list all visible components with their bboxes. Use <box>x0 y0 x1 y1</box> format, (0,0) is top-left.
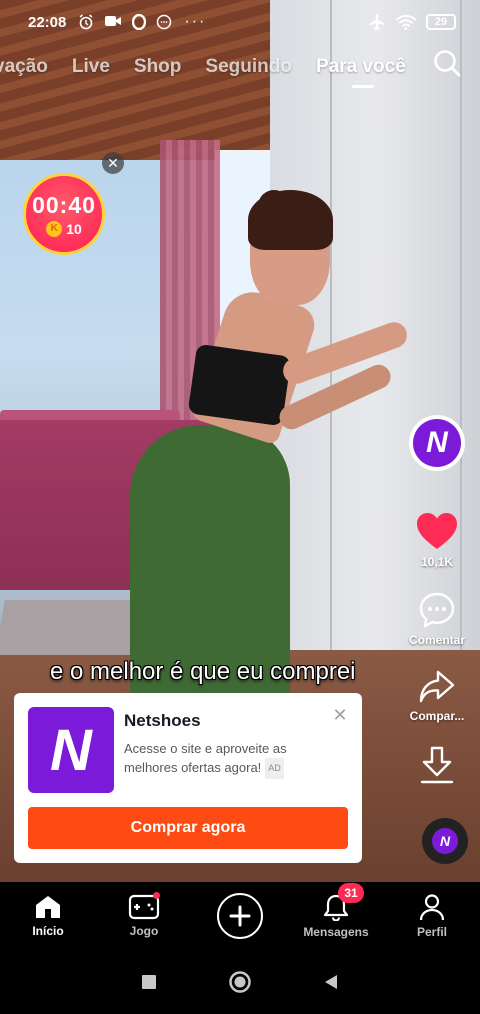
nav-home-label: Início <box>32 924 64 938</box>
creator-avatar-logo: N <box>413 419 461 467</box>
nav-game[interactable]: Jogo <box>104 892 184 938</box>
nav-profile-label: Perfil <box>416 925 447 939</box>
messages-count-badge: 31 <box>338 883 364 903</box>
more-notifications-icon: ··· <box>184 13 207 30</box>
opera-icon <box>132 14 147 30</box>
ad-description: Acesse o site e aproveite as melhores of… <box>124 739 324 780</box>
ad-brand-logo[interactable]: N <box>28 707 114 793</box>
wifi-icon <box>396 14 416 30</box>
nav-game-label: Jogo <box>129 924 159 938</box>
tab-shop[interactable]: Shop <box>134 56 182 78</box>
plus-icon <box>229 905 251 927</box>
status-system-icons: 29 <box>368 13 456 31</box>
timer-countdown: 00:40 <box>32 191 96 218</box>
video-caption: e o melhor é que eu comprei <box>50 658 356 685</box>
create-button[interactable] <box>217 893 263 939</box>
airplane-mode-icon <box>369 14 385 30</box>
nav-profile[interactable]: Perfil <box>392 893 472 939</box>
ad-cta-button[interactable]: Comprar agora <box>28 807 348 849</box>
alarm-icon <box>79 14 93 30</box>
video-person <box>130 190 420 710</box>
nav-create[interactable] <box>200 893 280 939</box>
ad-badge: AD <box>265 758 284 780</box>
status-notification-icons <box>78 14 172 30</box>
creator-avatar[interactable]: N <box>409 415 465 471</box>
heart-icon <box>417 513 457 549</box>
home-icon <box>36 896 60 918</box>
status-time: 22:08 <box>28 13 67 31</box>
tab-para-voce[interactable]: Para você <box>316 56 406 88</box>
tab-inovacao[interactable]: vação <box>0 56 48 78</box>
recents-icon[interactable] <box>140 973 158 991</box>
comment-icon <box>419 592 455 628</box>
nav-messages[interactable]: 31 Mensagens <box>296 883 376 939</box>
download-button[interactable] <box>418 745 456 785</box>
likes-count: 10,1K <box>420 555 454 569</box>
share-icon <box>419 670 455 703</box>
like-button[interactable]: 10,1K <box>415 511 459 569</box>
chat-bubble-icon <box>157 14 172 30</box>
home-circle-icon[interactable] <box>228 970 252 994</box>
timer-coins: K 10 <box>46 220 82 237</box>
reward-timer[interactable]: 00:40 K 10 <box>23 173 105 255</box>
nav-messages-label: Mensagens <box>303 925 369 939</box>
download-icon <box>420 746 454 784</box>
tab-live[interactable]: Live <box>72 56 110 78</box>
profile-icon <box>419 894 445 921</box>
share-label: Compar... <box>409 709 465 723</box>
ad-description-text: Acesse o site e aproveite as melhores of… <box>124 741 287 775</box>
person-hair-bun <box>258 190 290 222</box>
comment-label: Comentar <box>408 633 465 647</box>
search-icon <box>434 50 461 77</box>
battery-icon: 29 <box>426 14 456 30</box>
ad-title[interactable]: Netshoes <box>124 711 201 731</box>
status-bar: 22:08 ··· 29 <box>0 0 480 44</box>
bottom-nav: Início Jogo 31 Mensagens Perfil <box>0 882 480 950</box>
ad-close-button[interactable]: ✕ <box>332 706 348 724</box>
timer-close-button[interactable]: ✕ <box>102 152 124 174</box>
back-icon[interactable] <box>322 973 340 991</box>
timer-coin-count: 10 <box>66 220 82 237</box>
person-top <box>187 343 292 427</box>
video-camera-icon <box>105 16 122 26</box>
coin-icon: K <box>46 220 63 237</box>
ad-card[interactable]: N Netshoes Acesse o site e aproveite as … <box>14 693 362 863</box>
comment-button[interactable]: Comentar <box>409 591 465 647</box>
nav-home[interactable]: Início <box>8 894 88 938</box>
share-button[interactable]: Compar... <box>409 669 465 723</box>
ad-brand-logo-mark: N <box>50 717 92 783</box>
sound-disc-logo: N <box>432 828 458 854</box>
tab-seguindo[interactable]: Seguindo <box>205 56 292 78</box>
game-notification-dot <box>153 892 160 899</box>
feed-tabs: vação Live Shop Seguindo Para você <box>0 42 480 92</box>
sound-disc[interactable]: N <box>422 818 468 864</box>
search-button[interactable] <box>432 48 462 78</box>
action-rail: N 10,1K Comentar Compar... <box>402 415 472 785</box>
system-nav-bar <box>0 950 480 1014</box>
